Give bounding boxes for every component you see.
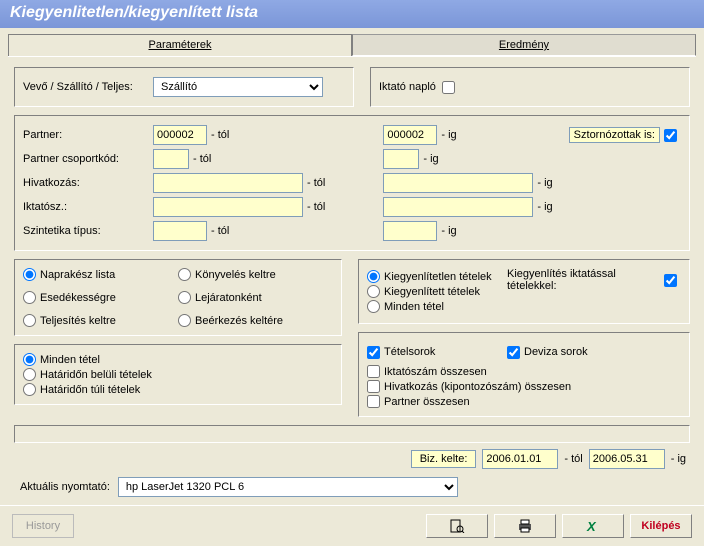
printer-row: Aktuális nyomtató: hp LaserJet 1320 PCL …	[20, 477, 684, 497]
hivatkozas-label: Hivatkozás:	[23, 177, 153, 189]
chk-partner-osszesen[interactable]: Partner összesen	[367, 395, 681, 408]
preview-button[interactable]	[426, 514, 488, 538]
window-title: Kiegyenlitetlen/kiegyenlített lista	[0, 0, 704, 28]
hivatkozas-to-input[interactable]	[383, 173, 533, 193]
printer-icon	[517, 519, 533, 533]
opt-teljesites[interactable]: Teljesítés keltre	[23, 314, 178, 327]
szintetika-to-input[interactable]	[383, 221, 437, 241]
right-options-2: Tételsorok Deviza sorok Iktatószám össze…	[358, 332, 690, 417]
biz-tol: - tól	[564, 453, 582, 465]
printer-select[interactable]: hp LaserJet 1320 PCL 6	[118, 477, 458, 497]
chk-hivatkozas-osszesen[interactable]: Hivatkozás (kipontozószám) összesen	[367, 380, 681, 393]
partner-csoport-to-input[interactable]	[383, 149, 419, 169]
sztorno-label: Sztornózottak is:	[569, 127, 660, 143]
szintetika-label: Szintetika típus:	[23, 225, 153, 237]
biz-ig: - ig	[671, 453, 686, 465]
tol-4: - tól	[307, 201, 325, 213]
chk-iktatoszam-osszesen[interactable]: Iktatószám összesen	[367, 365, 681, 378]
iktatassal-checkbox[interactable]	[664, 274, 677, 287]
opt-lejaratonkent[interactable]: Lejáratonként	[178, 291, 333, 304]
iktato-naplo-checkbox[interactable]	[442, 81, 455, 94]
preview-icon	[449, 519, 465, 533]
iktatassal-label: Kiegyenlítés iktatással tételekkel:	[507, 268, 660, 292]
biz-row: Biz. kelte: - tól - ig	[18, 449, 686, 469]
partner-from-input[interactable]	[153, 125, 207, 145]
tab-parameters[interactable]: Paraméterek	[8, 34, 352, 56]
vevo-select[interactable]: Szállító	[153, 77, 323, 97]
ig-2: - ig	[423, 153, 438, 165]
top-left-group: Vevő / Szállító / Teljes: Szállító	[14, 67, 354, 107]
right-options-1: Kiegyenlítetlen tételek Kiegyenlített té…	[358, 259, 690, 324]
partner-to-input[interactable]	[383, 125, 437, 145]
iktato-naplo-label: Iktató napló	[379, 81, 436, 93]
tol-3: - tól	[307, 177, 325, 189]
opt-beerkezes[interactable]: Beérkezés keltére	[178, 314, 333, 327]
ig-1: - ig	[441, 129, 456, 141]
left-options-1: Naprakész lista Könyvelés keltre Esedéke…	[14, 259, 342, 336]
tab-result[interactable]: Eredmény	[352, 34, 696, 56]
partner-csoport-label: Partner csoportkód:	[23, 153, 153, 165]
chk-tetelsorok[interactable]: Tételsorok	[367, 346, 507, 359]
tab-parameters-label: Paraméterek	[149, 39, 212, 51]
ig-5: - ig	[441, 225, 456, 237]
excel-icon: X	[585, 519, 601, 533]
tol-5: - tól	[211, 225, 229, 237]
biz-label: Biz. kelte:	[411, 450, 477, 468]
chk-deviza[interactable]: Deviza sorok	[507, 346, 647, 359]
ig-3: - ig	[537, 177, 552, 189]
svg-text:X: X	[586, 519, 597, 533]
left-options-2: Minden tétel Határidőn belüli tételek Ha…	[14, 344, 342, 405]
tab-result-label: Eredmény	[499, 39, 549, 51]
history-button[interactable]: History	[12, 514, 74, 538]
iktatassal-group: Kiegyenlítés iktatással tételekkel:	[507, 268, 681, 292]
opt-minden[interactable]: Minden tétel	[23, 353, 333, 366]
tol-2: - tól	[193, 153, 211, 165]
iktatosz-label: Iktatósz.:	[23, 201, 153, 213]
biz-to-input[interactable]	[589, 449, 665, 469]
hivatkozas-from-input[interactable]	[153, 173, 303, 193]
tol-1: - tól	[211, 129, 229, 141]
printer-label: Aktuális nyomtató:	[20, 481, 110, 493]
opt-naprakesz[interactable]: Naprakész lista	[23, 268, 178, 281]
iktatosz-from-input[interactable]	[153, 197, 303, 217]
partner-label: Partner:	[23, 129, 153, 141]
szintetika-from-input[interactable]	[153, 221, 207, 241]
iktatosz-to-input[interactable]	[383, 197, 533, 217]
opt-kiegyenlitett[interactable]: Kiegyenlített tételek	[367, 285, 507, 298]
partner-csoport-from-input[interactable]	[153, 149, 189, 169]
kilepes-button[interactable]: Kilépés	[630, 514, 692, 538]
opt-tuli[interactable]: Határidőn túli tételek	[23, 383, 333, 396]
empty-group	[14, 425, 690, 443]
opt-konyveles[interactable]: Könyvelés keltre	[178, 268, 333, 281]
sztorno-checkbox[interactable]	[664, 129, 677, 142]
print-button[interactable]	[494, 514, 556, 538]
vevo-label: Vevő / Szállító / Teljes:	[23, 81, 153, 93]
ig-4: - ig	[537, 201, 552, 213]
opt-beluli[interactable]: Határidőn belüli tételek	[23, 368, 333, 381]
top-right-group: Iktató napló	[370, 67, 690, 107]
biz-from-input[interactable]	[482, 449, 558, 469]
opt-esedekessegre[interactable]: Esedékességre	[23, 291, 178, 304]
opt-minden-tetel[interactable]: Minden tétel	[367, 300, 507, 313]
tab-bar: Paraméterek Eredmény	[8, 34, 696, 57]
excel-button[interactable]: X	[562, 514, 624, 538]
button-bar: History X Kilépés	[0, 505, 704, 546]
filter-group: Partner: - tól - ig Sztornózottak is: Pa…	[14, 115, 690, 251]
opt-kiegyenlitetlen[interactable]: Kiegyenlítetlen tételek	[367, 270, 507, 283]
